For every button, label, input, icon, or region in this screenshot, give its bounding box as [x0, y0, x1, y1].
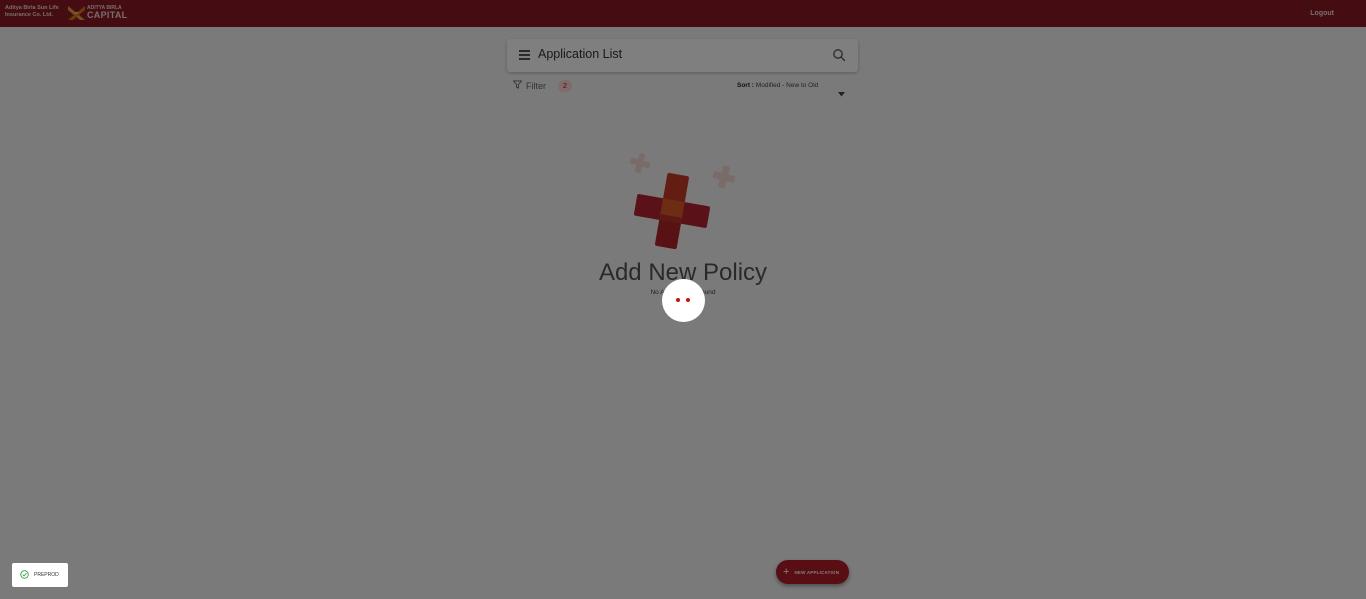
spinner-dot	[676, 298, 680, 302]
environment-label: PREPROD	[34, 572, 59, 578]
spinner-dot	[686, 298, 690, 302]
loading-spinner	[662, 279, 705, 322]
environment-badge: PREPROD	[12, 563, 68, 587]
check-circle-icon	[20, 566, 29, 584]
